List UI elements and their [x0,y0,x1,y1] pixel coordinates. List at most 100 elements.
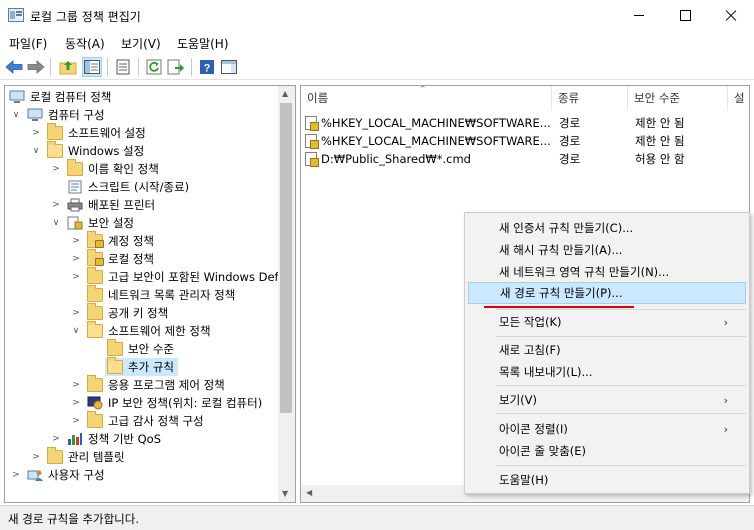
help-icon[interactable]: ? [197,57,217,77]
tree-item-user-config[interactable]: > 사용자 구성 [11,466,104,484]
expand-chevron-icon[interactable]: > [51,200,61,210]
menu-help[interactable]: 도움말(H) [177,35,229,52]
menu-view[interactable]: 보기(V) › [468,389,746,411]
expand-chevron-icon[interactable]: > [71,272,81,282]
folder-icon [87,411,103,428]
tree-item-public-key-policies[interactable]: > 공개 키 정책 [71,303,168,322]
tree-item-scripts[interactable]: 스크립트 (시작/종료) [67,178,189,196]
tree-item-account-policies[interactable]: > 계정 정책 [71,231,154,250]
tree-pane: 로컬 컴퓨터 정책 ∨ 컴퓨터 구성 > 소프트웨어 설정 ∨ Windows … [4,85,296,503]
scroll-up-icon[interactable]: ▲ [282,89,288,98]
show-hide-tree-icon[interactable] [82,57,102,77]
tree-item-windows-settings[interactable]: ∨ Windows 설정 [31,141,145,160]
column-header-description[interactable]: 설 [728,86,749,110]
column-header-type[interactable]: 종류 [552,86,628,110]
column-header-security-level[interactable]: 보안 수준 [628,86,728,110]
forward-icon[interactable] [26,57,46,77]
tree-item-name-resolution-policy[interactable]: > 이름 확인 정책 [51,159,159,178]
computer-policy-icon [9,90,25,103]
collapse-chevron-icon[interactable]: ∨ [31,146,41,156]
menu-file[interactable]: 파일(F) [9,35,47,52]
tree-item-policy-qos[interactable]: > 정책 기반 QoS [51,430,161,448]
chart-icon [68,433,82,445]
close-button[interactable] [708,0,754,31]
refresh-icon[interactable] [144,57,164,77]
minimize-button[interactable] [616,0,662,31]
collapse-chevron-icon[interactable]: ∨ [51,218,61,228]
title-bar: 로컬 그룹 정책 편집기 [0,0,754,31]
menu-view[interactable]: 보기(V) [121,35,161,52]
status-bar: 새 경로 규칙을 추가합니다. [0,505,754,530]
menu-help[interactable]: 도움말(H) [468,469,746,491]
menu-arrange-icons[interactable]: 아이콘 정렬(I) › [468,418,746,440]
collapse-chevron-icon[interactable]: ∨ [11,110,21,120]
tree-item-local-computer-policy[interactable]: 로컬 컴퓨터 정책 [9,88,111,106]
tree-item-security-settings[interactable]: ∨ 보안 설정 [51,214,134,232]
menu-new-path-rule[interactable]: 새 경로 규칙 만들기(P)... [468,282,746,304]
tree-vertical-scrollbar[interactable]: ▲ ▼ [278,86,295,502]
menu-export-list[interactable]: 목록 내보내기(L)... [468,361,746,383]
expand-chevron-icon[interactable]: > [51,164,61,174]
tree-item-software-settings[interactable]: > 소프트웨어 설정 [31,123,146,142]
column-label: 설 [734,91,745,105]
tree-label: Windows 설정 [68,144,145,158]
menu-label: 새로 고침(F) [499,343,561,357]
tree-item-advanced-audit[interactable]: > 고급 감사 정책 구성 [71,411,204,430]
toolbar: ? [0,54,754,80]
expand-chevron-icon[interactable]: > [31,128,41,138]
properties-icon[interactable] [113,57,133,77]
rule-type: 경로 [559,134,581,148]
menu-all-tasks[interactable]: 모든 작업(K) › [468,311,746,333]
collapse-chevron-icon[interactable]: ∨ [71,326,81,336]
menu-action[interactable]: 동작(A) [65,35,105,52]
tree-item-deployed-printers[interactable]: > 배포된 프린터 [51,196,155,214]
scroll-down-icon[interactable]: ▼ [282,489,288,498]
expand-chevron-icon[interactable]: > [11,470,21,480]
expand-chevron-icon[interactable]: > [71,398,81,408]
tree-item-computer-config[interactable]: ∨ 컴퓨터 구성 [11,106,105,124]
folder-icon [47,123,63,140]
scrollbar-thumb[interactable] [280,103,292,413]
expand-chevron-icon[interactable]: > [71,254,81,264]
tree-item-network-list-manager[interactable]: 네트워크 목록 관리자 정책 [87,285,235,304]
folder-icon [87,321,103,338]
rule-type: 경로 [559,116,581,130]
rule-name: D:₩Public_Shared₩*.cmd [321,152,471,166]
tree-item-local-policies[interactable]: > 로컬 정책 [71,249,154,268]
tree-item-app-control[interactable]: > 응용 프로그램 제어 정책 [71,375,225,394]
column-header-name[interactable]: 이름 [301,86,552,110]
export-list-icon[interactable] [166,57,186,77]
scroll-left-icon[interactable]: ◀ [306,488,312,497]
menu-new-network-zone-rule[interactable]: 새 네트워크 영역 규칙 만들기(N)... [468,261,746,283]
back-icon[interactable] [4,57,24,77]
menu-line-up-icons[interactable]: 아이콘 줄 맞춤(E) [468,440,746,462]
up-folder-icon[interactable] [58,57,78,77]
expand-chevron-icon[interactable]: > [71,236,81,246]
expand-chevron-icon[interactable]: > [71,416,81,426]
tree-label: IP 보안 정책(위치: 로컬 컴퓨터) [108,396,263,410]
show-action-pane-icon[interactable] [219,57,239,77]
expand-chevron-icon[interactable]: > [71,380,81,390]
menu-new-hash-rule[interactable]: 새 해시 규칙 만들기(A)... [468,239,746,261]
tree-item-windows-firewall[interactable]: > 고급 보안이 포함된 Windows Defender 방화벽 [71,267,295,286]
tree-item-additional-rules[interactable]: 추가 규칙 [105,357,178,376]
tree-item-admin-templates[interactable]: > 관리 템플릿 [31,447,125,466]
expand-chevron-icon[interactable]: > [51,434,61,444]
rule-level: 허용 안 함 [635,152,685,166]
folder-icon [87,303,103,320]
menu-label: 도움말(H) [499,473,549,487]
menu-refresh[interactable]: 새로 고침(F) [468,339,746,361]
table-row[interactable]: D:₩Public_Shared₩*.cmd 경로 허용 안 함 [305,150,685,168]
menu-label: 새 네트워크 영역 규칙 만들기(N)... [499,265,670,279]
tree-item-ip-security[interactable]: > IP 보안 정책(위치: 로컬 컴퓨터) [71,394,262,412]
tree-item-software-restriction[interactable]: ∨ 소프트웨어 제한 정책 [71,321,211,340]
tree-item-security-levels[interactable]: 보안 수준 [107,339,174,358]
table-row[interactable]: %HKEY_LOCAL_MACHINE₩SOFTWARE... 경로 제한 안 … [305,114,685,132]
expand-chevron-icon[interactable]: > [71,308,81,318]
maximize-button[interactable] [662,0,708,31]
tree-label: 소프트웨어 설정 [68,126,146,140]
menu-new-certificate-rule[interactable]: 새 인증서 규칙 만들기(C)... [468,217,746,239]
menu-label: 새 인증서 규칙 만들기(C)... [499,221,634,235]
expand-chevron-icon[interactable]: > [31,452,41,462]
table-row[interactable]: %HKEY_LOCAL_MACHINE₩SOFTWARE... 경로 제한 안 … [305,132,685,150]
